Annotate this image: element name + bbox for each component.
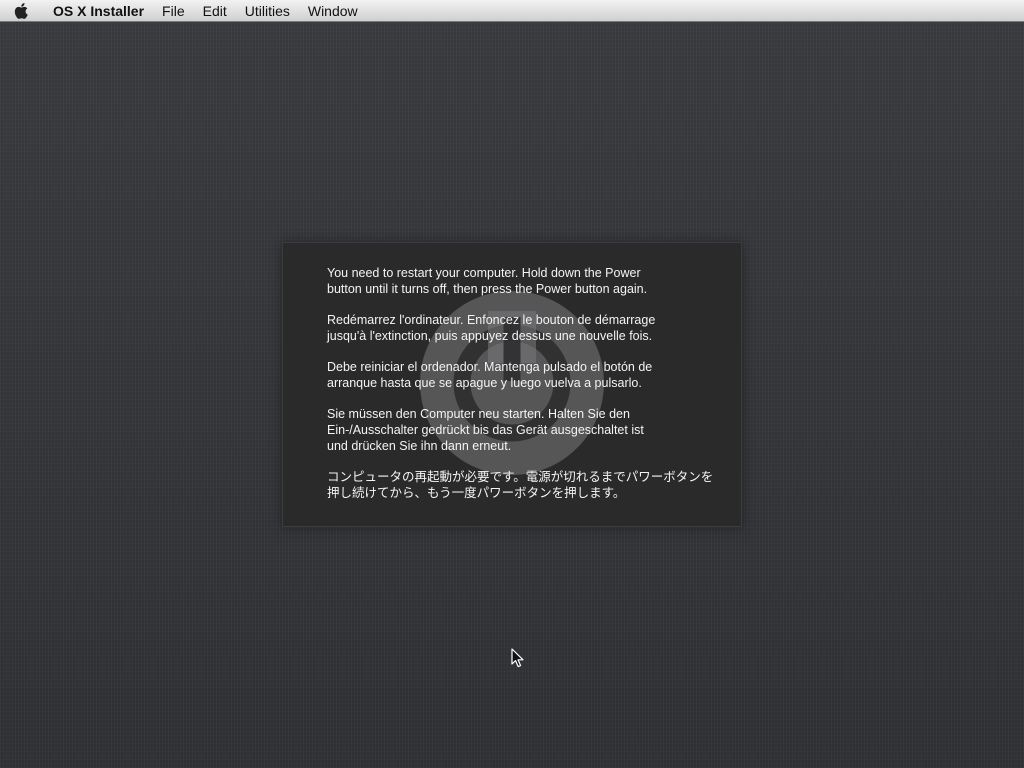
- menu-edit[interactable]: Edit: [194, 0, 236, 22]
- app-menu[interactable]: OS X Installer: [42, 0, 153, 22]
- restart-messages: You need to restart your computer. Hold …: [327, 265, 727, 516]
- restart-required-panel: You need to restart your computer. Hold …: [282, 242, 742, 527]
- message-german: Sie müssen den Computer neu starten. Hal…: [327, 407, 644, 453]
- menu-utilities[interactable]: Utilities: [236, 0, 299, 22]
- arrow-cursor-icon: [511, 648, 524, 668]
- menu-file[interactable]: File: [153, 0, 194, 22]
- message-spanish: Debe reiniciar el ordenador. Mantenga pu…: [327, 360, 653, 390]
- menu-bar: OS X Installer File Edit Utilities Windo…: [0, 0, 1024, 22]
- message-english: You need to restart your computer. Hold …: [327, 266, 648, 296]
- message-french: Redémarrez l'ordinateur. Enfoncez le bou…: [327, 313, 656, 343]
- message-japanese: コンピュータの再起動が必要です。電源が切れるまでパワーボタンを 押し続けてから、…: [327, 470, 714, 500]
- apple-menu-icon[interactable]: [0, 0, 42, 22]
- menu-window[interactable]: Window: [299, 0, 367, 22]
